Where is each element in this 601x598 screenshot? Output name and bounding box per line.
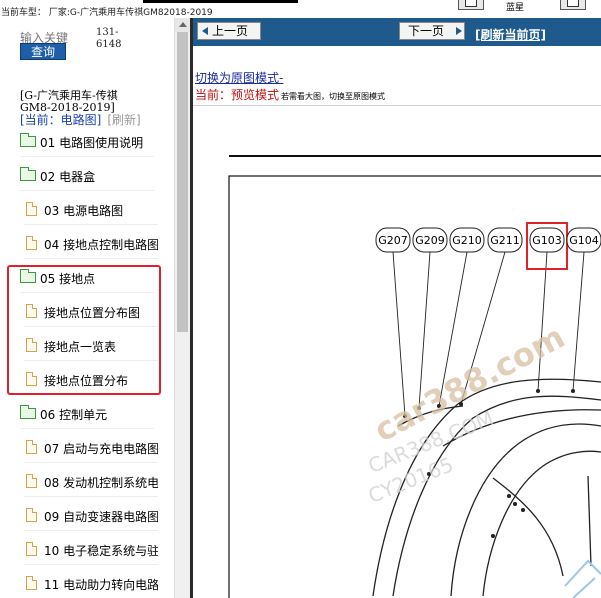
- search-button[interactable]: 查询: [20, 43, 66, 60]
- car-panel-line: [492, 477, 564, 577]
- arrow-right-icon: [456, 27, 462, 35]
- window-icon: [567, 0, 579, 7]
- corner-mark: [572, 577, 596, 598]
- connector-dot: [520, 507, 526, 513]
- document-icon: [26, 508, 37, 522]
- sidebar-file-item[interactable]: 04 接地点控制电路图: [24, 229, 158, 259]
- leader-line: [572, 251, 585, 392]
- top-bar: 当前车型： 厂家:G-广汽乘用车传祺GM82018-2019 蓝星: [0, 0, 601, 18]
- document-icon: [26, 236, 37, 250]
- prev-page-label: 上一页: [212, 24, 249, 38]
- catalog-sidebar: 输入关键 查询 131- 6148 [G-广汽乘用车-传祺 GM8-2018-2…: [0, 18, 174, 598]
- current-section: [当前：电路图] [刷新]: [20, 111, 141, 128]
- folder-icon: [20, 167, 36, 181]
- tool-button-left[interactable]: [458, 0, 484, 10]
- sidebar-file-item[interactable]: 03 电源电路图: [24, 195, 158, 225]
- car-panel-line: [587, 475, 592, 567]
- folder-icon: [20, 133, 36, 147]
- sidebar-item-label: 02 电器盒: [40, 170, 96, 184]
- current-section-label[interactable]: [当前：电路图]: [20, 113, 101, 127]
- sidebar-item-label: 01 电路图使用说明: [40, 136, 144, 150]
- sidebar-item-label: 10 电子稳定系统与驻车: [44, 544, 158, 558]
- sidebar-file-item[interactable]: 10 电子稳定系统与驻车: [24, 535, 158, 565]
- sidebar-item-label: 11 电动助力转向电路图: [44, 578, 158, 592]
- corner-mark: [564, 559, 601, 587]
- ground-label-text: G103: [532, 234, 562, 247]
- connector-dot: [506, 493, 512, 499]
- ground-point-dot: [570, 388, 576, 394]
- ground-label-text: G211: [490, 234, 520, 247]
- sidebar-item-label: 03 电源电路图: [44, 204, 124, 218]
- sidebar-refresh-link[interactable]: [刷新]: [107, 113, 140, 127]
- ground-point-diagram: G207 G209 G210 G211 G103 G104 car388.com CAR3…: [228, 155, 601, 598]
- car-window-line: [482, 450, 601, 597]
- connector-dot: [490, 533, 496, 539]
- sidebar-file-item[interactable]: 09 自动变速器电路图: [24, 501, 158, 531]
- sidebar-item-label: 08 发动机控制系统电路: [44, 476, 158, 490]
- scroll-thumb[interactable]: [177, 32, 188, 332]
- mode-name: 预览模式: [231, 88, 280, 102]
- ground-point-dot: [535, 388, 541, 394]
- document-icon: [26, 202, 37, 216]
- sidebar-file-item[interactable]: 07 启动与充电电路图: [24, 433, 158, 463]
- sidebar-item-label: 06 控制单元: [40, 408, 108, 422]
- current-car-model: 当前车型： 厂家:G-广汽乘用车传祺GM82018-2019: [1, 8, 213, 18]
- ground-label-text: G209: [415, 234, 445, 247]
- prev-page-button[interactable]: 上一页: [197, 22, 261, 40]
- switch-mode-link[interactable]: 切换为原图模式-: [195, 69, 283, 86]
- ground-label-text: G104: [569, 234, 599, 247]
- ground-point-labels: G207 G209 G210 G211 G103 G104: [375, 222, 601, 270]
- sidebar-item-label: 07 启动与充电电路图: [44, 442, 158, 456]
- scroll-up-arrow-icon[interactable]: [175, 18, 190, 32]
- mode-hint: 若需看大图，切换至原图模式: [281, 92, 386, 101]
- sidebar-file-item[interactable]: 08 发动机控制系统电路: [24, 467, 158, 497]
- document-icon: [26, 576, 37, 590]
- tool-label: 蓝星: [506, 3, 525, 13]
- document-icon: [26, 474, 37, 488]
- refresh-page-link[interactable]: [刷新当前页]: [475, 26, 546, 43]
- sidebar-item-label: 04 接地点控制电路图: [44, 238, 158, 252]
- sidebar-folder-item[interactable]: 01 电路图使用说明: [20, 127, 154, 157]
- ground-label-text: G210: [452, 234, 482, 247]
- next-page-label: 下一页: [408, 24, 445, 38]
- sidebar-folder-item[interactable]: 06 控制单元: [20, 399, 154, 429]
- phone-line-1: 131-: [96, 27, 119, 38]
- view-mode-status: 当前：预览模式 若需看大图，切换至原图模式: [195, 86, 385, 103]
- document-icon: [26, 542, 37, 556]
- connector-dot: [512, 501, 518, 507]
- arrow-left-icon: [202, 27, 208, 35]
- tool-button-right[interactable]: [560, 0, 586, 10]
- ground-label-text: G207: [378, 234, 408, 247]
- document-icon: [26, 440, 37, 454]
- phone-line-2: 6148: [96, 39, 122, 50]
- mode-prefix: 当前：: [195, 88, 232, 102]
- sidebar-file-item[interactable]: 11 电动助力转向电路图: [24, 569, 158, 598]
- contact-phone: 131- 6148: [96, 27, 121, 51]
- toolbar-band: [143, 0, 298, 3]
- corner-decoration: [564, 559, 601, 598]
- window-icon: [465, 0, 477, 7]
- sidebar-folder-item[interactable]: 02 电器盒: [20, 161, 154, 191]
- sidebar-scrollbar[interactable]: [174, 18, 190, 598]
- folder-icon: [20, 405, 36, 419]
- page-nav-bar: 上一页 下一页 [刷新当前页]: [193, 18, 601, 46]
- next-page-button[interactable]: 下一页: [399, 22, 465, 40]
- sidebar-item-label: 09 自动变速器电路图: [44, 510, 158, 524]
- annotation-highlight-box: [7, 265, 161, 395]
- leader-line: [392, 251, 406, 417]
